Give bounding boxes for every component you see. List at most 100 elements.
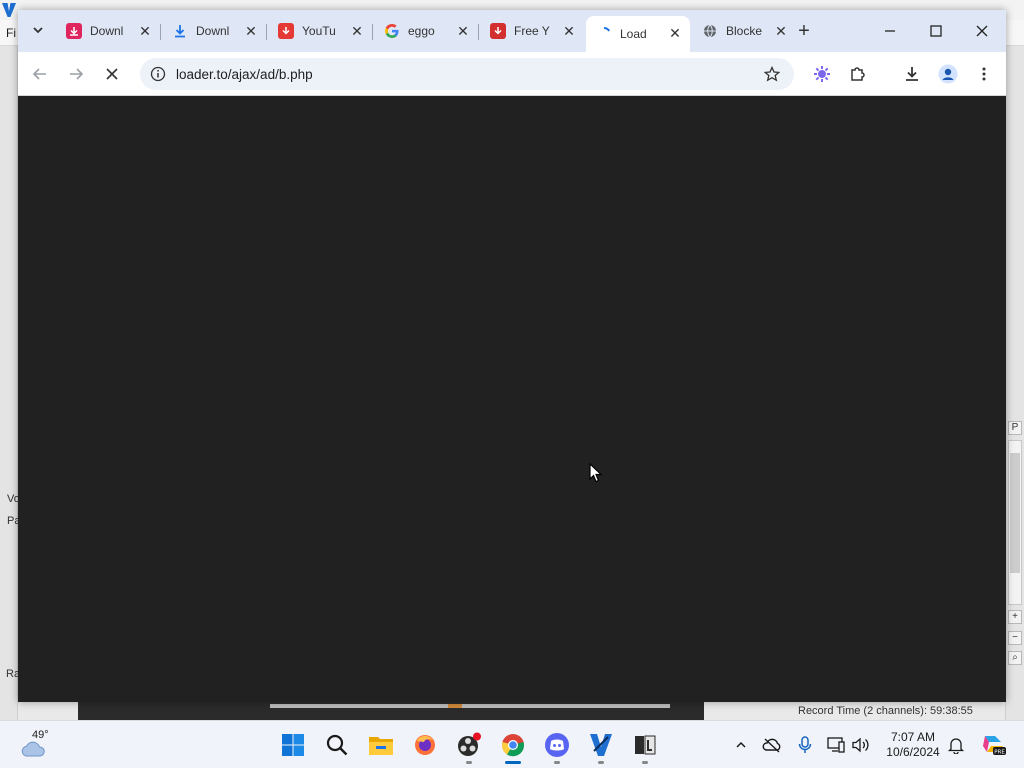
site-info-icon[interactable] xyxy=(150,66,166,82)
file-explorer-button[interactable] xyxy=(365,729,397,761)
puzzle-icon xyxy=(851,67,865,81)
url-text[interactable]: loader.to/ajax/ad/b.php xyxy=(176,67,313,82)
chrome-button[interactable] xyxy=(497,729,529,764)
background-p-button[interactable]: P xyxy=(1008,421,1022,435)
copilot-pre-icon: PRE xyxy=(983,736,1006,755)
discord-button[interactable] xyxy=(541,729,573,764)
download-icon xyxy=(906,67,918,81)
download-red-icon xyxy=(490,23,506,39)
tab-strip: Downl ✕ Downl ✕ YouTu ✕ eggo ✕ Free Y ✕ … xyxy=(18,10,1006,52)
tab-separator xyxy=(478,24,479,40)
svg-text:PRE: PRE xyxy=(994,749,1005,755)
speaker-icon xyxy=(852,737,869,753)
background-menu-file[interactable]: Fi xyxy=(6,26,16,40)
tab-label: Downl xyxy=(196,24,230,38)
microphone-icon xyxy=(798,736,812,753)
firefox-button[interactable] xyxy=(409,729,441,761)
running-indicator xyxy=(466,761,472,764)
zoom-in-button[interactable]: + xyxy=(1008,610,1022,624)
microphone-tray-button[interactable] xyxy=(795,735,815,755)
forward-arrow-icon xyxy=(70,68,84,80)
new-tab-button[interactable]: + xyxy=(790,16,818,46)
downloads-button[interactable] xyxy=(900,62,924,86)
maximize-button[interactable] xyxy=(916,18,956,44)
close-tab-icon[interactable]: ✕ xyxy=(244,24,258,38)
tab-label: eggo xyxy=(408,24,435,38)
tab-separator xyxy=(160,24,161,40)
address-bar[interactable]: loader.to/ajax/ad/b.php xyxy=(140,58,794,90)
tab-download-2[interactable]: Downl ✕ xyxy=(162,16,267,46)
show-hidden-icons-button[interactable] xyxy=(731,735,751,755)
vegas-logo-icon xyxy=(2,3,16,17)
scrollbar-thumb[interactable] xyxy=(1010,453,1020,573)
notifications-button[interactable] xyxy=(946,735,966,755)
close-tab-icon[interactable]: ✕ xyxy=(456,24,470,38)
volume-tray-button[interactable] xyxy=(851,735,871,755)
close-window-button[interactable] xyxy=(962,18,1002,44)
file-explorer-icon xyxy=(369,737,393,755)
vegas-icon xyxy=(590,734,612,756)
maximize-icon xyxy=(930,25,942,37)
google-icon xyxy=(384,23,400,39)
clock-date: 10/6/2024 xyxy=(886,745,940,759)
tab-youtube-download[interactable]: YouTu ✕ xyxy=(268,16,373,46)
taskbar-search-button[interactable] xyxy=(321,729,353,761)
vegas-button[interactable] xyxy=(585,729,617,764)
discord-icon xyxy=(545,733,569,757)
back-arrow-icon xyxy=(32,68,46,80)
close-tab-icon[interactable]: ✕ xyxy=(774,24,788,38)
onedrive-tray-button[interactable] xyxy=(762,735,782,755)
extension-flower-icon xyxy=(814,66,830,82)
active-app-indicator xyxy=(505,761,521,764)
tab-free-youtube[interactable]: Free Y ✕ xyxy=(480,16,584,46)
tab-separator xyxy=(372,24,373,40)
close-tab-icon[interactable]: ✕ xyxy=(668,26,682,40)
forward-button[interactable] xyxy=(64,62,88,86)
close-icon xyxy=(976,25,988,37)
start-button[interactable] xyxy=(277,729,309,761)
cloud-offline-icon xyxy=(762,738,781,753)
libretranslate-button[interactable] xyxy=(629,729,661,764)
minimize-button[interactable] xyxy=(870,18,910,44)
chrome-icon xyxy=(501,734,525,757)
zoom-search-button[interactable]: ⌕ xyxy=(1008,651,1022,665)
copilot-button[interactable]: PRE xyxy=(981,731,1007,757)
running-indicator xyxy=(642,761,648,764)
background-left-panel: Vo Pa Ra xyxy=(0,46,20,720)
browser-window: Downl ✕ Downl ✕ YouTu ✕ eggo ✕ Free Y ✕ … xyxy=(18,10,1006,702)
extensions-menu-button[interactable] xyxy=(846,62,870,86)
tab-label: Blocke xyxy=(726,24,762,38)
zoom-out-button[interactable]: − xyxy=(1008,631,1022,645)
tab-search-button[interactable] xyxy=(26,18,50,42)
close-tab-icon[interactable]: ✕ xyxy=(562,24,576,38)
weather-widget[interactable]: 49° xyxy=(18,727,58,763)
close-tab-icon[interactable]: ✕ xyxy=(138,24,152,38)
close-icon xyxy=(106,68,118,80)
timeline-scroll-bar[interactable] xyxy=(270,704,670,708)
extension-button[interactable] xyxy=(810,62,834,86)
stop-loading-button[interactable] xyxy=(100,62,124,86)
chevron-up-icon xyxy=(736,741,746,748)
obs-button[interactable] xyxy=(453,729,485,764)
tab-loader-active[interactable]: Load ✕ xyxy=(586,16,690,52)
weather-temperature: 49° xyxy=(32,729,49,741)
background-scrollbar[interactable] xyxy=(1008,440,1022,605)
tab-download-1[interactable]: Downl ✕ xyxy=(56,16,161,46)
tab-label: YouTu xyxy=(302,24,336,38)
tab-blocked[interactable]: Blocke ✕ xyxy=(692,16,796,46)
network-tray-button[interactable] xyxy=(826,735,846,755)
profile-button[interactable] xyxy=(936,62,960,86)
system-clock[interactable]: 7:07 AM 10/6/2024 xyxy=(878,730,948,760)
youtube-download-icon xyxy=(278,23,294,39)
bookmark-star-icon[interactable] xyxy=(764,66,780,82)
page-content[interactable] xyxy=(18,97,1006,702)
back-button[interactable] xyxy=(28,62,52,86)
libretranslate-icon xyxy=(635,735,656,755)
network-icon xyxy=(827,737,845,753)
close-tab-icon[interactable]: ✕ xyxy=(350,24,364,38)
chrome-menu-button[interactable] xyxy=(972,62,996,86)
tab-google-search[interactable]: eggo ✕ xyxy=(374,16,479,46)
minimize-icon xyxy=(885,30,895,32)
loading-spinner-icon xyxy=(596,26,612,42)
tab-label: Free Y xyxy=(514,24,550,38)
